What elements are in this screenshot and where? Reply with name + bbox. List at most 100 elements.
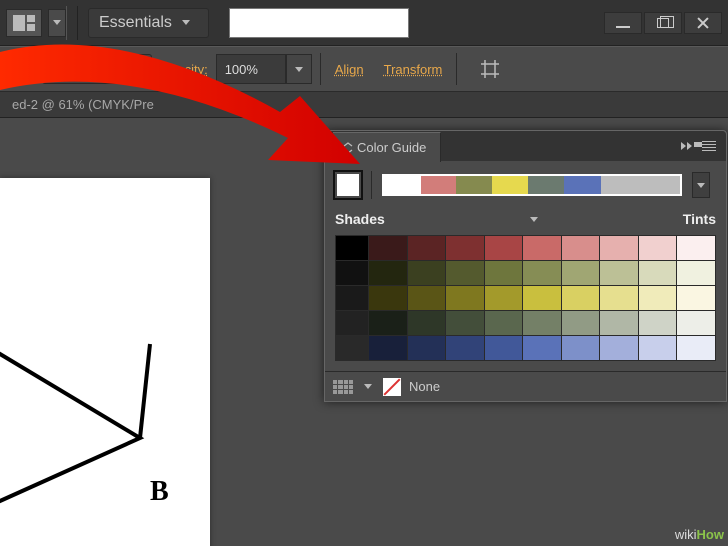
grid-row-base[interactable]: [336, 261, 368, 285]
search-input[interactable]: [229, 8, 409, 38]
grid-swatch[interactable]: [677, 311, 715, 335]
transform-link[interactable]: Transform: [384, 62, 443, 77]
grid-swatch[interactable]: [408, 336, 446, 360]
grid-swatch[interactable]: [639, 336, 677, 360]
document-tab[interactable]: ed-2 @ 61% (CMYK/Pre: [0, 92, 166, 118]
grid-swatch[interactable]: [446, 261, 484, 285]
grid-swatch[interactable]: [369, 311, 407, 335]
grid-row-base[interactable]: [336, 286, 368, 310]
grid-swatch[interactable]: [677, 286, 715, 310]
color-limit-label: None: [409, 379, 440, 394]
panel-expand-button[interactable]: [681, 142, 692, 150]
harmony-swatch[interactable]: [564, 176, 600, 194]
artboard[interactable]: B: [0, 178, 210, 546]
harmony-swatch[interactable]: [384, 176, 420, 194]
arrange-documents-dropdown[interactable]: [48, 9, 66, 37]
workspace-switcher[interactable]: Essentials: [88, 8, 209, 38]
panel-tab-color-guide[interactable]: Color Guide: [333, 132, 441, 162]
grid-swatch[interactable]: [600, 286, 638, 310]
restore-button[interactable]: [644, 12, 682, 34]
minimize-button[interactable]: [604, 12, 642, 34]
opacity-dropdown[interactable]: [286, 54, 312, 84]
title-bar: Essentials: [0, 0, 728, 46]
color-guide-panel: Color Guide Shades Tints: [324, 130, 727, 402]
grid-row-base[interactable]: [336, 311, 368, 335]
grid-swatch[interactable]: [408, 261, 446, 285]
harmony-colors-bar[interactable]: [382, 174, 682, 196]
close-icon: [696, 16, 710, 30]
harmony-swatch[interactable]: [420, 176, 456, 194]
grid-swatch[interactable]: [446, 286, 484, 310]
grid-row-base[interactable]: [336, 236, 368, 260]
variation-dropdown[interactable]: [385, 211, 683, 227]
grid-swatch[interactable]: [523, 336, 561, 360]
harmony-swatch[interactable]: [456, 176, 492, 194]
grid-swatch[interactable]: [408, 286, 446, 310]
grid-swatch[interactable]: [408, 311, 446, 335]
grid-swatch[interactable]: [639, 311, 677, 335]
grid-swatch[interactable]: [562, 286, 600, 310]
grid-swatch[interactable]: [677, 236, 715, 260]
grid-swatch[interactable]: [562, 261, 600, 285]
grid-swatch[interactable]: [639, 261, 677, 285]
chevron-down-icon: [182, 20, 190, 25]
grid-swatch[interactable]: [485, 311, 523, 335]
grid-swatch[interactable]: [639, 236, 677, 260]
shades-label: Shades: [335, 211, 385, 227]
grid-swatch[interactable]: [639, 286, 677, 310]
grid-swatch[interactable]: [677, 261, 715, 285]
control-bar: Mask Opacity: 100% Align Transform: [0, 46, 728, 92]
grid-swatch[interactable]: [485, 236, 523, 260]
grid-swatch[interactable]: [600, 311, 638, 335]
limit-colors-dropdown[interactable]: [361, 376, 375, 398]
grid-swatch[interactable]: [446, 336, 484, 360]
grid-swatch[interactable]: [369, 336, 407, 360]
restore-icon: [657, 18, 669, 28]
color-variation-grid[interactable]: [336, 236, 715, 360]
minimize-icon: [616, 26, 630, 28]
grid-swatch[interactable]: [562, 236, 600, 260]
watermark: wikiHow: [675, 527, 724, 542]
grid-swatch[interactable]: [485, 261, 523, 285]
panel-footer: None: [325, 371, 726, 401]
arrange-documents-button[interactable]: [6, 9, 42, 37]
grid-swatch[interactable]: [523, 236, 561, 260]
grid-swatch[interactable]: [485, 336, 523, 360]
grid-swatch[interactable]: [562, 311, 600, 335]
opacity-label[interactable]: Opacity:: [160, 62, 208, 77]
panel-menu-button[interactable]: [702, 141, 716, 151]
grid-swatch[interactable]: [523, 261, 561, 285]
limit-colors-icon[interactable]: [333, 380, 353, 394]
grid-swatch[interactable]: [523, 311, 561, 335]
object-type-dropdown[interactable]: [4, 54, 34, 84]
base-color-swatch[interactable]: [335, 172, 361, 198]
grid-row-base[interactable]: [336, 336, 368, 360]
align-link[interactable]: Align: [335, 62, 364, 77]
workspace-label: Essentials: [99, 14, 172, 32]
none-swatch-icon: [383, 378, 401, 396]
isolate-icon[interactable]: [475, 54, 505, 84]
mask-button[interactable]: Mask: [42, 54, 152, 84]
grid-swatch[interactable]: [408, 236, 446, 260]
grid-swatch[interactable]: [600, 236, 638, 260]
harmony-swatch[interactable]: [528, 176, 564, 194]
tints-label: Tints: [683, 211, 716, 227]
grid-swatch[interactable]: [677, 336, 715, 360]
panel-title: Color Guide: [357, 140, 426, 155]
panel-tab-bar: Color Guide: [325, 131, 726, 161]
opacity-input[interactable]: 100%: [216, 54, 286, 84]
grid-swatch[interactable]: [523, 286, 561, 310]
grid-swatch[interactable]: [485, 286, 523, 310]
close-button[interactable]: [684, 12, 722, 34]
grid-swatch[interactable]: [446, 236, 484, 260]
grid-swatch[interactable]: [600, 261, 638, 285]
grid-swatch[interactable]: [562, 336, 600, 360]
grid-swatch[interactable]: [369, 236, 407, 260]
harmony-rules-dropdown[interactable]: [692, 172, 710, 198]
harmony-swatch[interactable]: [492, 176, 528, 194]
grid-swatch[interactable]: [369, 286, 407, 310]
grid-swatch[interactable]: [600, 336, 638, 360]
mask-label: Mask: [81, 62, 112, 77]
grid-swatch[interactable]: [369, 261, 407, 285]
grid-swatch[interactable]: [446, 311, 484, 335]
